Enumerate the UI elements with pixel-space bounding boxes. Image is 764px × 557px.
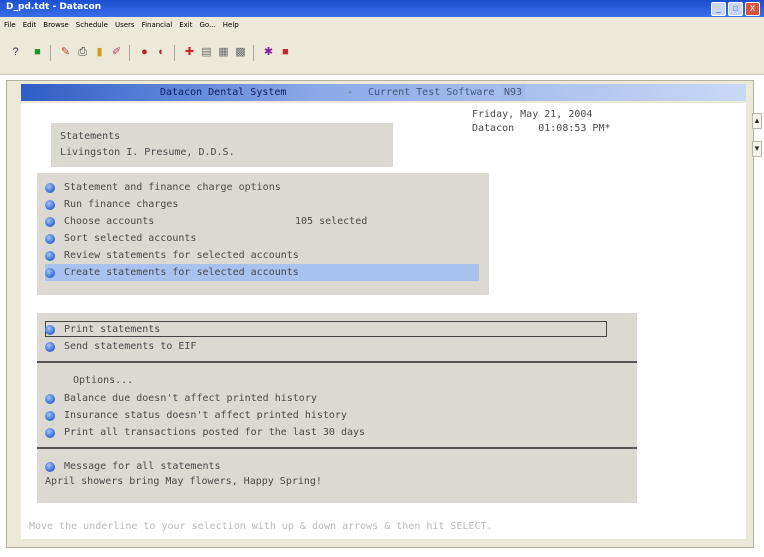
print-statements-item[interactable]: Print statements <box>37 321 160 338</box>
radio-bullet-icon <box>45 427 55 438</box>
menu-item-label: Review statements for selected accounts <box>64 250 299 261</box>
statement-message: April showers bring May flowers, Happy S… <box>45 476 322 487</box>
selected-count: 105 selected <box>295 216 368 227</box>
statements-title: Statements <box>60 131 121 142</box>
menu-item-sort-accounts[interactable]: Sort selected accounts <box>37 230 196 247</box>
menu-bar: File Edit Browse Schedule Users Financia… <box>0 17 764 33</box>
section-divider <box>37 361 637 363</box>
close-button[interactable]: X <box>745 2 760 16</box>
message-label: Message for all statements <box>64 461 221 472</box>
pen-icon[interactable]: ✐ <box>109 45 124 60</box>
maximize-button[interactable]: □ <box>728 2 743 16</box>
red-flag-icon[interactable]: ■ <box>278 45 293 60</box>
current-date: Friday, May 21, 2004 <box>472 109 593 120</box>
tooth-icon[interactable]: ▮ <box>92 45 107 60</box>
radio-bullet-icon <box>45 267 55 278</box>
navigation-hint: Move the underline to your selection wit… <box>29 521 493 532</box>
radio-bullet-icon <box>45 461 55 472</box>
radio-bullet-icon <box>45 341 55 352</box>
menu-item-review-statements[interactable]: Review statements for selected accounts <box>37 247 299 264</box>
menu-browse[interactable]: Browse <box>43 21 69 29</box>
option-insurance-status[interactable]: Insurance status doesn't affect printed … <box>37 407 347 424</box>
section-divider <box>37 447 637 449</box>
help-icon[interactable]: ? <box>8 45 23 60</box>
document-icon[interactable]: ▤ <box>199 45 214 60</box>
window-title: D_pd.tdt - Datacon <box>6 2 102 12</box>
send-statements-label: Send statements to EIF <box>64 341 197 352</box>
menu-item-label: Create statements for selected accounts <box>64 267 299 278</box>
pin-icon[interactable]: ✚ <box>182 45 197 60</box>
menu-help[interactable]: Help <box>223 21 239 29</box>
menu-item-label: Statement and finance charge options <box>64 182 281 193</box>
menu-exit[interactable]: Exit <box>179 21 192 29</box>
toolbar-separator <box>50 45 51 61</box>
doctor-name: Livingston I. Presume, D.D.S. <box>60 147 235 158</box>
print-statements-label: Print statements <box>64 324 161 335</box>
patient-icon[interactable]: ✎ <box>58 45 73 60</box>
datetime-source: Datacon <box>472 123 515 134</box>
statements-menu: Statement and finance charge options Run… <box>37 173 489 295</box>
toolbar-separator <box>129 45 130 61</box>
app-frame: Datacon Dental System - Current Test Sof… <box>6 80 762 548</box>
scroll-up-button[interactable]: ▲ <box>752 113 762 129</box>
header-separator: - <box>347 87 354 98</box>
menu-file[interactable]: File <box>4 21 16 29</box>
toolbar-separator <box>174 45 175 61</box>
menu-item-choose-accounts[interactable]: Choose accounts 105 selected <box>37 213 367 230</box>
menu-go[interactable]: Go... <box>199 21 215 29</box>
radio-bullet-icon <box>45 182 55 193</box>
printer-icon[interactable]: ⎙ <box>75 45 90 60</box>
scroll-down-button[interactable]: ▼ <box>752 141 762 157</box>
option-print-transactions[interactable]: Print all transactions posted for the la… <box>37 424 365 441</box>
window-title-bar: D_pd.tdt - Datacon _ □ X <box>0 0 764 17</box>
minimize-button[interactable]: _ <box>711 2 726 16</box>
grid-icon[interactable]: ▦ <box>216 45 231 60</box>
system-header: Datacon Dental System - Current Test Sof… <box>21 84 746 101</box>
drill-icon[interactable]: ● <box>137 45 152 60</box>
print-section: Print statements Send statements to EIF … <box>37 313 637 503</box>
option-label: Balance due doesn't affect printed histo… <box>64 393 317 404</box>
current-software-label: Current Test Software <box>368 87 495 98</box>
options-label: Options... <box>73 375 134 386</box>
menu-item-create-statements[interactable]: Create statements for selected accounts <box>45 264 479 281</box>
current-time: 01:08:53 PM* <box>538 123 611 134</box>
menu-users[interactable]: Users <box>115 21 135 29</box>
moon-icon[interactable]: ◐ <box>154 45 169 60</box>
menu-item-label: Sort selected accounts <box>64 233 197 244</box>
radio-bullet-icon <box>45 393 55 404</box>
menu-edit[interactable]: Edit <box>23 21 37 29</box>
radio-bullet-icon <box>45 324 55 335</box>
table-icon[interactable]: ▩ <box>233 45 248 60</box>
message-item[interactable]: Message for all statements <box>37 458 221 475</box>
purple-icon[interactable]: ✱ <box>261 45 276 60</box>
menu-financial[interactable]: Financial <box>142 21 173 29</box>
toolbar-separator <box>253 45 254 61</box>
content-panel: Statements Livingston I. Presume, D.D.S.… <box>21 103 762 539</box>
toolbar: ? ■ ✎ ⎙ ▮ ✐ ● ◐ ✚ ▤ ▦ ▩ ✱ ■ <box>0 33 764 75</box>
radio-bullet-icon <box>45 216 55 227</box>
menu-item-label: Run finance charges <box>64 199 179 210</box>
menu-schedule[interactable]: Schedule <box>76 21 108 29</box>
system-name: Datacon Dental System <box>160 87 287 98</box>
menu-item-run-finance-charges[interactable]: Run finance charges <box>37 196 178 213</box>
radio-bullet-icon <box>45 410 55 421</box>
radio-bullet-icon <box>45 199 55 210</box>
green-square-icon[interactable]: ■ <box>30 45 45 60</box>
radio-bullet-icon <box>45 233 55 244</box>
menu-item-label: Choose accounts <box>64 216 155 227</box>
radio-bullet-icon <box>45 250 55 261</box>
statements-box: Statements Livingston I. Presume, D.D.S. <box>51 123 393 167</box>
menu-item-statement-options[interactable]: Statement and finance charge options <box>37 179 281 196</box>
send-statements-item[interactable]: Send statements to EIF <box>37 338 196 355</box>
datetime-line: Datacon 01:08:53 PM* <box>472 123 611 134</box>
option-label: Print all transactions posted for the la… <box>64 427 366 438</box>
option-label: Insurance status doesn't affect printed … <box>64 410 347 421</box>
option-balance-due[interactable]: Balance due doesn't affect printed histo… <box>37 390 317 407</box>
software-version: N93 <box>501 84 526 101</box>
